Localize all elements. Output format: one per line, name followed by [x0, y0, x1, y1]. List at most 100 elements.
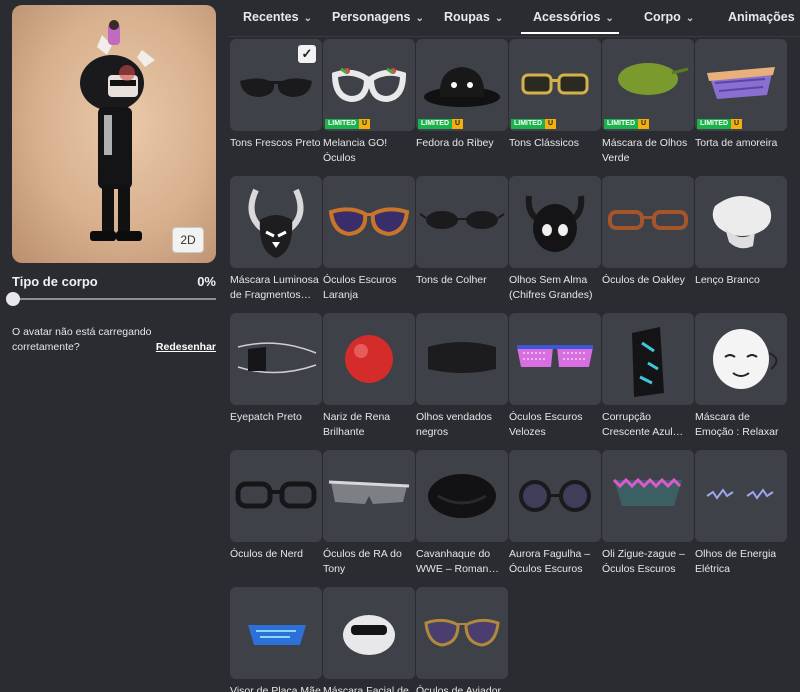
accessory-item[interactable]: Óculos Escuros Velozes [509, 313, 601, 440]
accessory-thumbnail[interactable] [230, 450, 322, 542]
zigzag-shades-icon [612, 477, 682, 506]
spoon-shades-icon [419, 211, 505, 229]
accessory-item[interactable]: Aurora Fagulha – Óculos Escuros [509, 450, 601, 577]
accessory-item[interactable]: LIMITED U Melancia GO! Óculos [323, 39, 415, 166]
accessory-item[interactable]: Corrupção Crescente Azul… [602, 313, 694, 440]
blackberry-pie-icon [707, 67, 775, 99]
accessory-name: Óculos Escuros Laranja [323, 274, 397, 301]
accessory-item[interactable]: LIMITED U Máscara de Olhos Verde [602, 39, 694, 166]
accessory-item[interactable]: ✓ Tons Frescos Preto [230, 39, 322, 166]
accessory-thumbnail[interactable] [230, 313, 322, 405]
accessory-item[interactable]: Olhos de Energia Elétrica [695, 450, 787, 577]
accessory-thumbnail[interactable] [416, 587, 508, 679]
orange-sunglasses-icon [328, 207, 410, 237]
accessory-name: Fedora do Ribey [416, 137, 494, 149]
accessory-thumbnail[interactable]: LIMITED U [602, 39, 694, 131]
accessory-thumbnail[interactable] [509, 313, 601, 405]
tab-animacoes[interactable]: Animações⌄ [728, 10, 800, 24]
accessory-thumbnail[interactable] [695, 450, 787, 542]
limited-badge: LIMITED U [697, 119, 743, 129]
accessory-item[interactable]: Óculos de RA do Tony [323, 450, 415, 577]
accessory-thumbnail[interactable]: ✓ [230, 39, 322, 131]
accessory-thumbnail[interactable]: LIMITED U [323, 39, 415, 131]
accessory-thumbnail[interactable] [602, 176, 694, 268]
horned-skull-icon [525, 195, 585, 252]
accessory-item[interactable]: Máscara de Emoção : Relaxar [695, 313, 787, 440]
accessory-item[interactable]: Visor de Placa Mãe [230, 587, 322, 692]
red-nose-icon [345, 335, 393, 383]
slider-thumb[interactable] [6, 292, 20, 306]
tab-acessorios[interactable]: Acessórios ⌄ [533, 10, 614, 24]
accessory-item[interactable]: Olhos vendados negros [416, 313, 508, 440]
tab-label: Roupas [444, 10, 490, 24]
accessory-thumbnail[interactable]: LIMITED U [695, 39, 787, 131]
category-tabs: Recentes ⌄ Personagens ⌄ Roupas ⌄ Acessório… [228, 0, 800, 37]
accessory-thumbnail[interactable] [416, 313, 508, 405]
accessory-item[interactable]: Lenço Branco [695, 176, 787, 303]
body-type-value: 0% [197, 274, 216, 289]
redraw-link[interactable]: Redesenhar [156, 340, 216, 355]
active-tab-indicator [521, 32, 619, 34]
view-2d-button[interactable]: 2D [172, 227, 204, 253]
unique-label: U [452, 119, 464, 129]
accessory-thumbnail[interactable] [416, 450, 508, 542]
accessory-name: Melancia GO! Óculos [323, 137, 388, 164]
slider-track[interactable] [12, 298, 216, 300]
body-type-slider[interactable] [6, 292, 216, 306]
unique-label: U [731, 119, 743, 129]
avatar-preview[interactable]: 2D [12, 5, 216, 263]
chevron-down-icon: ⌄ [303, 13, 312, 24]
accessory-item[interactable]: LIMITED U Torta de amoreira [695, 39, 787, 166]
tab-roupas[interactable]: Roupas ⌄ [444, 10, 503, 24]
accessory-thumbnail[interactable] [602, 450, 694, 542]
accessory-item[interactable]: Eyepatch Preto [230, 313, 322, 440]
accessory-thumbnail[interactable] [509, 176, 601, 268]
accessory-name: Óculos de Nerd [230, 548, 303, 560]
accessory-item[interactable]: Óculos de Oakley [602, 176, 694, 303]
accessory-item[interactable]: LIMITED U Fedora do Ribey [416, 39, 508, 166]
tab-personagens[interactable]: Personagens ⌄ [332, 10, 424, 24]
accessory-thumbnail[interactable] [323, 587, 415, 679]
accessory-item[interactable]: LIMITED U Tons Clássicos [509, 39, 601, 166]
accessory-thumbnail[interactable] [416, 176, 508, 268]
accessory-thumbnail[interactable] [230, 587, 322, 679]
accessory-thumbnail[interactable] [695, 313, 787, 405]
selected-check-icon[interactable]: ✓ [298, 45, 316, 63]
accessory-item[interactable]: Oli Zigue-zague – Óculos Escuros [602, 450, 694, 577]
tab-corpo[interactable]: Corpo ⌄ [644, 10, 694, 24]
accessory-item[interactable]: Cavanhaque do WWE – Roman… [416, 450, 508, 577]
accessory-item[interactable]: Nariz de Rena Brilhante [323, 313, 415, 440]
accessory-thumbnail[interactable]: LIMITED U [416, 39, 508, 131]
accessory-thumbnail[interactable] [509, 450, 601, 542]
electric-eyes-icon [706, 488, 774, 500]
ar-glasses-icon [328, 480, 410, 504]
accessory-item[interactable]: Óculos de Nerd [230, 450, 322, 577]
accessory-item[interactable]: Óculos Escuros Laranja [323, 176, 415, 303]
accessory-item[interactable]: Olhos Sem Alma (Chifres Grandes) [509, 176, 601, 303]
accessory-name: Tons Frescos Preto [230, 137, 321, 149]
blindfold-icon [428, 342, 496, 373]
accessory-item[interactable]: Óculos de Aviador [416, 587, 508, 692]
accessory-name: Nariz de Rena Brilhante [323, 411, 391, 438]
nerd-glasses-icon [235, 481, 317, 509]
green-eyepatch-icon [618, 63, 689, 95]
accessory-thumbnail[interactable]: LIMITED U [509, 39, 601, 131]
accessory-thumbnail[interactable] [695, 176, 787, 268]
accessory-thumbnail[interactable] [323, 313, 415, 405]
accessory-thumbnail[interactable] [230, 176, 322, 268]
oakley-glasses-icon [608, 210, 688, 230]
accessory-item[interactable]: Máscara Facial de [323, 587, 415, 692]
accessory-item[interactable]: Tons de Colher [416, 176, 508, 303]
accessory-thumbnail[interactable] [323, 450, 415, 542]
accessory-name: Visor de Placa Mãe [230, 685, 321, 692]
accessory-thumbnail[interactable] [602, 313, 694, 405]
chevron-down-icon: ⌄ [605, 13, 614, 24]
accessory-name: Eyepatch Preto [230, 411, 302, 423]
accessory-name: Olhos de Energia Elétrica [695, 548, 777, 575]
avatar-figure-icon [80, 20, 155, 241]
tab-recentes[interactable]: Recentes ⌄ [243, 10, 312, 24]
accessory-item[interactable]: Máscara Luminosa de Fragmentos… [230, 176, 322, 303]
accessory-thumbnail[interactable] [323, 176, 415, 268]
limited-label: LIMITED [325, 119, 359, 129]
watermelon-glasses-icon [331, 67, 407, 103]
